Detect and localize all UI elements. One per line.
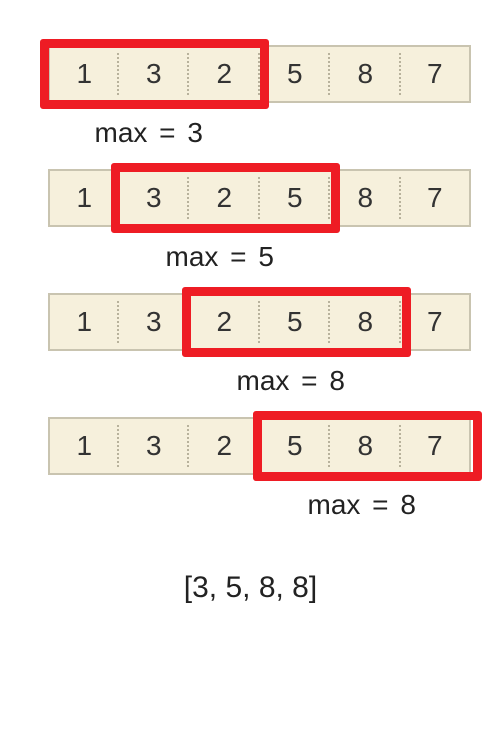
array-cell: 5 [260, 293, 331, 351]
array-cell: 5 [260, 417, 331, 475]
array-cell: 8 [330, 45, 401, 103]
max-label: max = 8 [308, 489, 472, 521]
array-cell: 7 [401, 293, 472, 351]
array-cell: 8 [330, 169, 401, 227]
array-cell: 5 [260, 169, 331, 227]
array-cell: 2 [189, 293, 260, 351]
equals-sign: = [293, 365, 325, 396]
equals-sign: = [222, 241, 254, 272]
max-label: max = 8 [237, 365, 472, 397]
array-cell: 8 [330, 293, 401, 351]
array-cell: 3 [119, 169, 190, 227]
array-cell: 7 [401, 417, 472, 475]
array-row: 132587 [48, 417, 471, 475]
step-2: 132587 [30, 169, 471, 227]
array-cell: 1 [48, 417, 119, 475]
max-value: 3 [187, 117, 203, 148]
array-cell: 3 [119, 417, 190, 475]
max-keyword: max [95, 117, 148, 148]
array-cell: 3 [119, 293, 190, 351]
max-keyword: max [166, 241, 219, 272]
array-cell: 8 [330, 417, 401, 475]
array-cell: 1 [48, 169, 119, 227]
step-4: 132587 [30, 417, 471, 475]
array-row: 132587 [48, 45, 471, 103]
array-cell: 7 [401, 169, 472, 227]
array-cell: 3 [119, 45, 190, 103]
max-value: 8 [400, 489, 416, 520]
step-3: 132587 [30, 293, 471, 351]
equals-sign: = [364, 489, 396, 520]
array-cell: 1 [48, 293, 119, 351]
max-label: max = 3 [95, 117, 472, 149]
step-1: 132587 [30, 45, 471, 103]
array-cell: 7 [401, 45, 472, 103]
array-cell: 5 [260, 45, 331, 103]
array-row: 132587 [48, 169, 471, 227]
array-row: 132587 [48, 293, 471, 351]
array-cell: 1 [48, 45, 119, 103]
array-cell: 2 [189, 169, 260, 227]
result-array: [3, 5, 8, 8] [30, 571, 471, 605]
sliding-window-steps: 132587max = 3132587max = 5132587max = 81… [30, 45, 471, 521]
equals-sign: = [151, 117, 183, 148]
max-value: 8 [329, 365, 345, 396]
max-value: 5 [258, 241, 274, 272]
array-cell: 2 [189, 417, 260, 475]
max-keyword: max [308, 489, 361, 520]
max-keyword: max [237, 365, 290, 396]
max-label: max = 5 [166, 241, 472, 273]
array-cell: 2 [189, 45, 260, 103]
